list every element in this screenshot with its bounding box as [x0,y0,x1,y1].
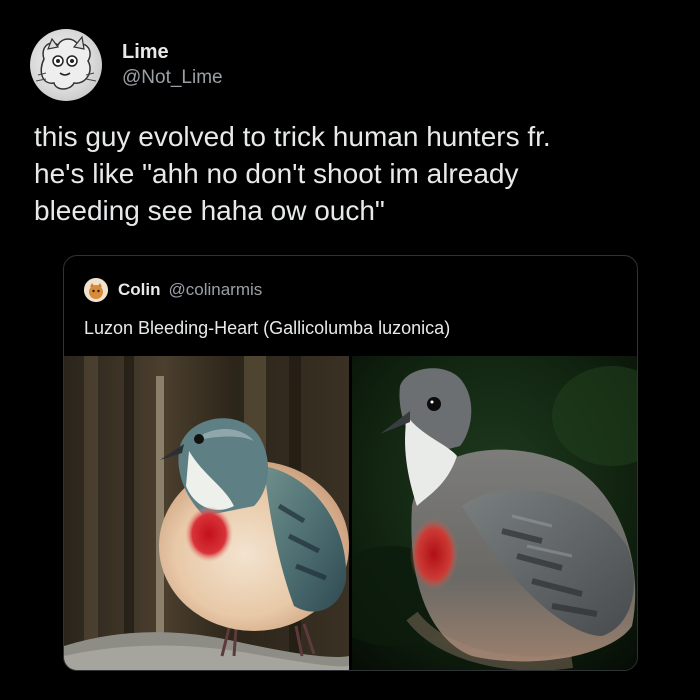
quoted-author-display-name[interactable]: Colin [118,280,161,300]
author-names: Lime @Not_Lime [122,40,223,90]
bird-photo-left[interactable] [64,356,349,670]
author-avatar[interactable] [30,29,102,101]
quoted-tweet-media [64,356,637,670]
cartoon-cat-avatar-icon [35,35,97,90]
quoted-tweet[interactable]: Colin @colinarmis Luzon Bleeding-Heart (… [63,255,638,671]
quoted-author-avatar[interactable] [84,278,108,302]
bird-photo-right[interactable] [352,356,637,670]
author-display-name[interactable]: Lime [122,40,223,64]
tweet-header: Lime @Not_Lime [30,28,223,102]
tweet-card: Lime @Not_Lime this guy evolved to trick… [0,0,700,700]
cartoon-avatar-icon [84,278,108,302]
quoted-tweet-header: Colin @colinarmis [84,278,262,302]
tweet-text: this guy evolved to trick human hunters … [34,121,551,226]
quoted-tweet-text: Luzon Bleeding-Heart (Gallicolumba luzon… [84,318,451,338]
author-handle[interactable]: @Not_Lime [122,66,223,90]
quoted-author-handle[interactable]: @colinarmis [169,280,263,300]
